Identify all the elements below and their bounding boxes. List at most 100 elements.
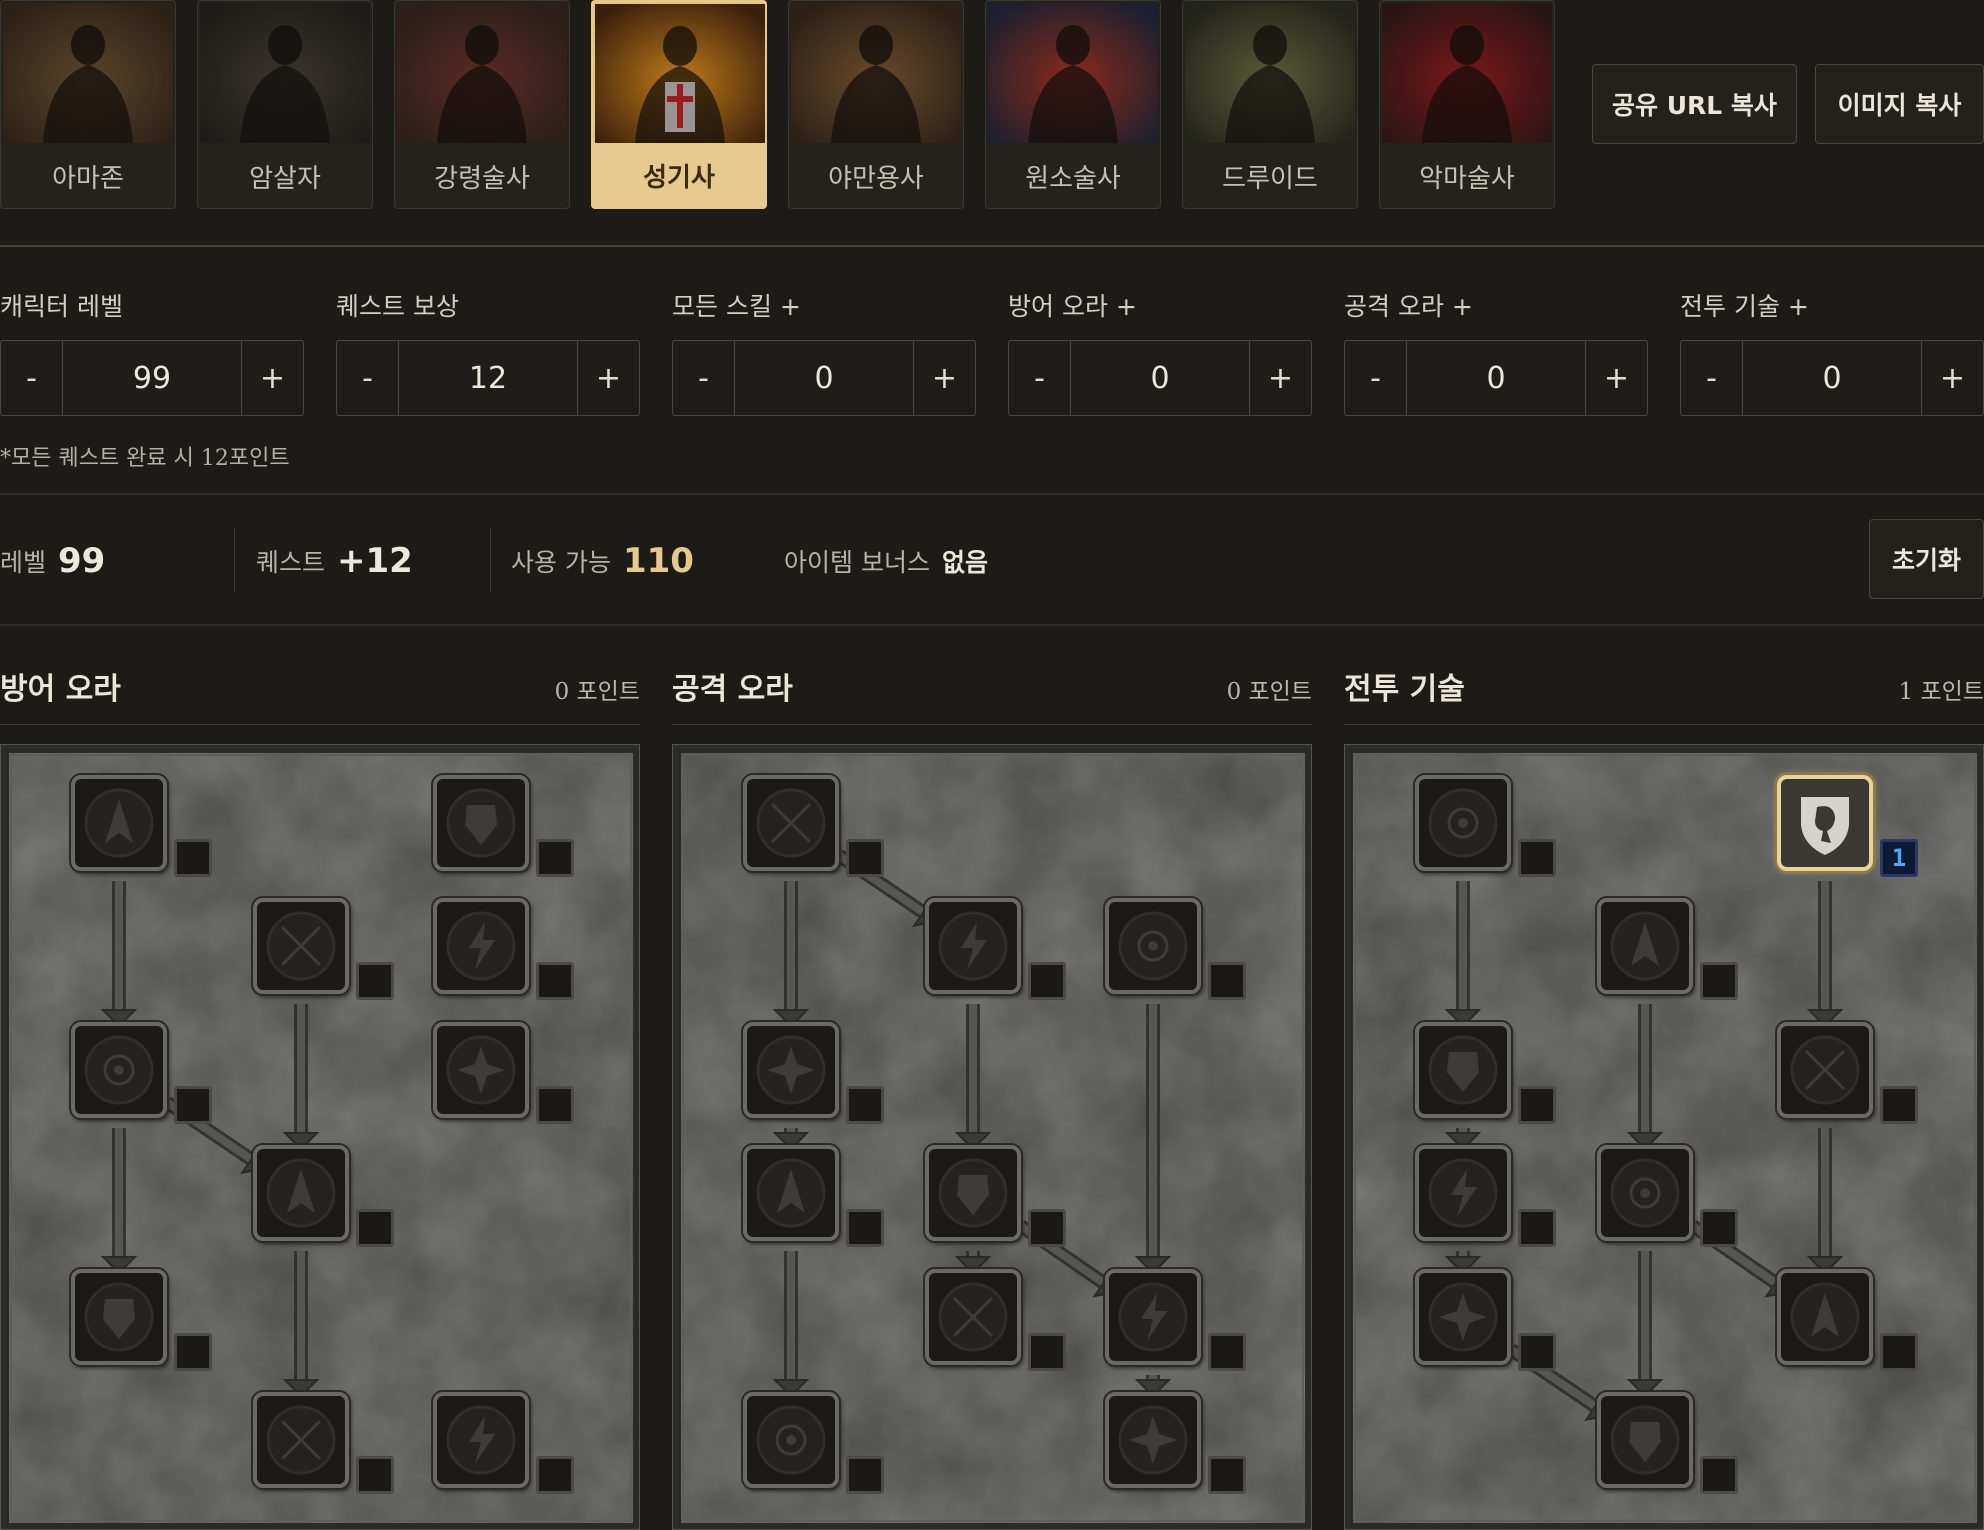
divider <box>0 493 1984 495</box>
blessed-aim-skill[interactable] <box>743 1022 839 1118</box>
class-card[interactable]: 원소술사 <box>985 0 1161 209</box>
decrement-button[interactable]: - <box>1345 341 1407 415</box>
class-card[interactable]: 야만용사 <box>788 0 964 209</box>
class-card-label: 강령술사 <box>434 163 530 194</box>
decrement-button[interactable]: - <box>1009 341 1071 415</box>
class-card-label: 야만용사 <box>828 163 924 194</box>
skill-points-box <box>356 1209 394 1247</box>
class-card[interactable]: 악마술사 <box>1379 0 1555 209</box>
redemption-skill[interactable] <box>253 1392 349 1488</box>
fanaticism-skill[interactable] <box>743 1392 839 1488</box>
concentration-skill[interactable] <box>743 1145 839 1241</box>
copy-share-url-button[interactable]: 공유 URL 복사 <box>1592 64 1797 144</box>
increment-button[interactable]: + <box>577 341 639 415</box>
divider <box>1344 724 1984 725</box>
thorns-skill[interactable] <box>1105 898 1201 994</box>
summary-quest-value: +12 <box>337 541 413 581</box>
vengeance-skill[interactable] <box>1415 1145 1511 1241</box>
stat-value[interactable]: 0 <box>735 341 913 415</box>
vigor-icon <box>266 1158 336 1228</box>
blessed-hammer-skill[interactable] <box>1597 1145 1693 1241</box>
defiance-icon <box>266 911 336 981</box>
summary-item-bonus-label: 아이템 보너스 <box>784 548 930 577</box>
charge-skill[interactable] <box>1777 1022 1873 1118</box>
vigor-skill[interactable] <box>253 1145 349 1241</box>
tree-title: 전투 기술 <box>1344 672 1465 707</box>
stat-value[interactable]: 12 <box>399 341 577 415</box>
stat-value[interactable]: 99 <box>63 341 241 415</box>
resist-fire-skill[interactable] <box>433 775 529 871</box>
class-card[interactable]: 강령술사 <box>394 0 570 209</box>
skill-points-box <box>846 1456 884 1494</box>
holy-freeze-skill[interactable] <box>925 1145 1021 1241</box>
summary-item-bonus-value: 없음 <box>941 548 988 577</box>
increment-button[interactable]: + <box>1585 341 1647 415</box>
skill-points-box: 1 <box>1880 839 1918 877</box>
holy-fire-skill[interactable] <box>925 898 1021 994</box>
salvation-skill[interactable] <box>433 1392 529 1488</box>
stat-value[interactable]: 0 <box>1407 341 1585 415</box>
blessed-aim-icon <box>756 1035 826 1105</box>
class-portrait <box>3 3 173 143</box>
class-card[interactable]: 암살자 <box>197 0 373 209</box>
smite-skill[interactable] <box>1777 775 1873 871</box>
skill-points-box <box>1518 839 1556 877</box>
increment-button[interactable]: + <box>913 341 975 415</box>
skill-points-box <box>846 1086 884 1124</box>
conversion-skill[interactable] <box>1415 1269 1511 1365</box>
increment-button[interactable]: + <box>1921 341 1983 415</box>
class-portrait <box>791 3 961 143</box>
resist-lightning-skill[interactable] <box>433 1022 529 1118</box>
holy-shield-skill[interactable] <box>1777 1269 1873 1365</box>
class-card[interactable]: 드루이드 <box>1182 0 1358 209</box>
class-portrait <box>200 3 370 143</box>
class-portrait <box>397 3 567 143</box>
fist-of-the-heavens-skill[interactable] <box>1597 1392 1693 1488</box>
summary-level-label: 레벨 <box>0 548 47 577</box>
blessed-hammer-icon <box>1610 1158 1680 1228</box>
decrement-button[interactable]: - <box>1681 341 1743 415</box>
tree-title: 공격 오라 <box>672 672 793 707</box>
skill-points-box <box>1880 1086 1918 1124</box>
cleansing-icon <box>84 1035 154 1105</box>
stat-label: 전투 기술 + <box>1680 292 1809 321</box>
reset-button[interactable]: 초기화 <box>1869 519 1984 599</box>
class-card[interactable]: 성기사 <box>591 0 767 209</box>
holy-bolt-skill[interactable] <box>1597 898 1693 994</box>
decrement-button[interactable]: - <box>337 341 399 415</box>
stat-stepper: -12 + <box>336 340 640 416</box>
conversion-icon <box>1428 1282 1498 1352</box>
summary-quest-label: 퀘스트 <box>256 548 326 577</box>
tree-points: 0 포인트 <box>554 679 640 705</box>
thorns-icon <box>1118 911 1188 981</box>
prayer-skill[interactable] <box>71 775 167 871</box>
decrement-button[interactable]: - <box>1 341 63 415</box>
skill-points-box <box>536 1086 574 1124</box>
stat-value[interactable]: 0 <box>1071 341 1249 415</box>
increment-button[interactable]: + <box>241 341 303 415</box>
stat-value[interactable]: 0 <box>1743 341 1921 415</box>
summary-available-value: 110 <box>622 541 694 581</box>
conviction-skill[interactable] <box>1105 1392 1201 1488</box>
stat-stepper: -0 + <box>1008 340 1312 416</box>
holy-shock-skill[interactable] <box>925 1269 1021 1365</box>
meditation-icon <box>84 1282 154 1352</box>
class-portrait <box>1382 3 1552 143</box>
meditation-skill[interactable] <box>71 1269 167 1365</box>
copy-image-button[interactable]: 이미지 복사 <box>1815 64 1984 144</box>
skill-points-box <box>536 1456 574 1494</box>
summary-available-label: 사용 가능 <box>511 548 611 577</box>
holy-fire-icon <box>938 911 1008 981</box>
might-skill[interactable] <box>743 775 839 871</box>
decrement-button[interactable]: - <box>673 341 735 415</box>
sacrifice-skill[interactable] <box>1415 775 1511 871</box>
defiance-skill[interactable] <box>253 898 349 994</box>
class-card[interactable]: 아마존 <box>0 0 176 209</box>
increment-button[interactable]: + <box>1249 341 1311 415</box>
zeal-skill[interactable] <box>1415 1022 1511 1118</box>
cleansing-skill[interactable] <box>71 1022 167 1118</box>
skill-points-box <box>1208 1333 1246 1371</box>
resist-cold-skill[interactable] <box>433 898 529 994</box>
sanctuary-skill[interactable] <box>1105 1269 1201 1365</box>
skill-points-box <box>356 1456 394 1494</box>
